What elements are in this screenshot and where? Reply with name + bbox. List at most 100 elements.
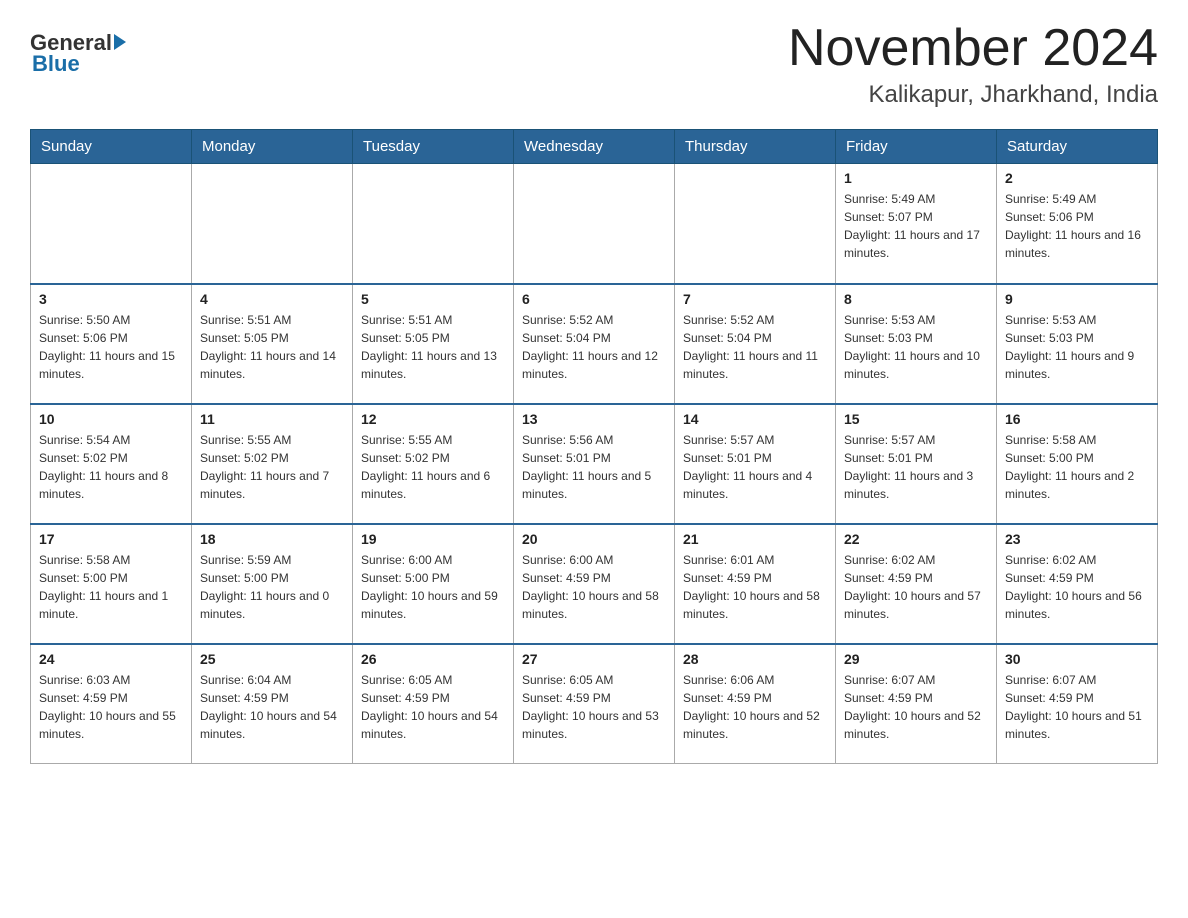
day-number: 28 — [683, 651, 827, 667]
calendar-table: SundayMondayTuesdayWednesdayThursdayFrid… — [30, 129, 1158, 764]
calendar-cell: 21 Sunrise: 6:01 AMSunset: 4:59 PMDayligh… — [675, 524, 836, 644]
calendar-cell: 17 Sunrise: 5:58 AMSunset: 5:00 PMDayligh… — [31, 524, 192, 644]
logo-blue-text: Blue — [32, 51, 80, 77]
day-number: 30 — [1005, 651, 1149, 667]
day-info: Sunrise: 6:06 AMSunset: 4:59 PMDaylight:… — [683, 671, 827, 743]
day-info: Sunrise: 5:50 AMSunset: 5:06 PMDaylight:… — [39, 311, 183, 383]
calendar-cell: 23 Sunrise: 6:02 AMSunset: 4:59 PMDayligh… — [997, 524, 1158, 644]
calendar-cell: 19 Sunrise: 6:00 AMSunset: 5:00 PMDayligh… — [353, 524, 514, 644]
day-number: 21 — [683, 531, 827, 547]
weekday-header-saturday: Saturday — [997, 130, 1158, 164]
day-number: 26 — [361, 651, 505, 667]
location-subtitle: Kalikapur, Jharkhand, India — [788, 81, 1158, 109]
day-number: 1 — [844, 170, 988, 186]
week-row-1: 1 Sunrise: 5:49 AMSunset: 5:07 PMDaylight… — [31, 164, 1158, 284]
calendar-cell: 5 Sunrise: 5:51 AMSunset: 5:05 PMDaylight… — [353, 284, 514, 404]
day-info: Sunrise: 6:00 AMSunset: 5:00 PMDaylight:… — [361, 551, 505, 623]
day-info: Sunrise: 5:51 AMSunset: 5:05 PMDaylight:… — [200, 311, 344, 383]
day-info: Sunrise: 6:02 AMSunset: 4:59 PMDaylight:… — [1005, 551, 1149, 623]
day-number: 11 — [200, 411, 344, 427]
day-number: 25 — [200, 651, 344, 667]
day-number: 3 — [39, 291, 183, 307]
day-info: Sunrise: 5:51 AMSunset: 5:05 PMDaylight:… — [361, 311, 505, 383]
calendar-cell: 15 Sunrise: 5:57 AMSunset: 5:01 PMDayligh… — [836, 404, 997, 524]
day-number: 23 — [1005, 531, 1149, 547]
day-info: Sunrise: 5:53 AMSunset: 5:03 PMDaylight:… — [844, 311, 988, 383]
day-info: Sunrise: 5:49 AMSunset: 5:07 PMDaylight:… — [844, 190, 988, 262]
calendar-cell: 18 Sunrise: 5:59 AMSunset: 5:00 PMDayligh… — [192, 524, 353, 644]
day-number: 12 — [361, 411, 505, 427]
day-info: Sunrise: 5:55 AMSunset: 5:02 PMDaylight:… — [361, 431, 505, 503]
day-number: 9 — [1005, 291, 1149, 307]
calendar-cell — [353, 164, 514, 284]
logo-arrow-icon — [114, 34, 126, 50]
day-number: 5 — [361, 291, 505, 307]
day-number: 20 — [522, 531, 666, 547]
calendar-cell: 16Sunrise: 5:58 AMSunset: 5:00 PMDayligh… — [997, 404, 1158, 524]
calendar-cell: 3 Sunrise: 5:50 AMSunset: 5:06 PMDaylight… — [31, 284, 192, 404]
day-number: 13 — [522, 411, 666, 427]
weekday-header-row: SundayMondayTuesdayWednesdayThursdayFrid… — [31, 130, 1158, 164]
weekday-header-wednesday: Wednesday — [514, 130, 675, 164]
day-info: Sunrise: 6:03 AMSunset: 4:59 PMDaylight:… — [39, 671, 183, 743]
week-row-5: 24Sunrise: 6:03 AMSunset: 4:59 PMDayligh… — [31, 644, 1158, 764]
day-info: Sunrise: 5:53 AMSunset: 5:03 PMDaylight:… — [1005, 311, 1149, 383]
weekday-header-friday: Friday — [836, 130, 997, 164]
day-info: Sunrise: 5:58 AMSunset: 5:00 PMDaylight:… — [39, 551, 183, 623]
calendar-cell — [675, 164, 836, 284]
day-info: Sunrise: 5:52 AMSunset: 5:04 PMDaylight:… — [522, 311, 666, 383]
day-info: Sunrise: 6:05 AMSunset: 4:59 PMDaylight:… — [522, 671, 666, 743]
day-info: Sunrise: 5:55 AMSunset: 5:02 PMDaylight:… — [200, 431, 344, 503]
day-number: 2 — [1005, 170, 1149, 186]
page-header: General Blue November 2024 Kalikapur, Jh… — [30, 20, 1158, 109]
day-info: Sunrise: 6:07 AMSunset: 4:59 PMDaylight:… — [844, 671, 988, 743]
day-number: 17 — [39, 531, 183, 547]
day-number: 29 — [844, 651, 988, 667]
week-row-3: 10 Sunrise: 5:54 AMSunset: 5:02 PMDayligh… — [31, 404, 1158, 524]
day-info: Sunrise: 5:49 AMSunset: 5:06 PMDaylight:… — [1005, 190, 1149, 262]
day-number: 16 — [1005, 411, 1149, 427]
calendar-cell: 25 Sunrise: 6:04 AMSunset: 4:59 PMDayligh… — [192, 644, 353, 764]
calendar-cell: 30 Sunrise: 6:07 AMSunset: 4:59 PMDayligh… — [997, 644, 1158, 764]
calendar-cell: 24Sunrise: 6:03 AMSunset: 4:59 PMDayligh… — [31, 644, 192, 764]
day-info: Sunrise: 5:57 AMSunset: 5:01 PMDaylight:… — [683, 431, 827, 503]
week-row-4: 17 Sunrise: 5:58 AMSunset: 5:00 PMDayligh… — [31, 524, 1158, 644]
day-number: 8 — [844, 291, 988, 307]
day-info: Sunrise: 5:57 AMSunset: 5:01 PMDaylight:… — [844, 431, 988, 503]
calendar-cell: 7 Sunrise: 5:52 AMSunset: 5:04 PMDaylight… — [675, 284, 836, 404]
day-number: 10 — [39, 411, 183, 427]
month-year-title: November 2024 — [788, 20, 1158, 77]
day-number: 27 — [522, 651, 666, 667]
day-info: Sunrise: 6:04 AMSunset: 4:59 PMDaylight:… — [200, 671, 344, 743]
day-number: 7 — [683, 291, 827, 307]
calendar-cell — [31, 164, 192, 284]
day-number: 18 — [200, 531, 344, 547]
calendar-cell: 1 Sunrise: 5:49 AMSunset: 5:07 PMDaylight… — [836, 164, 997, 284]
calendar-cell: 2 Sunrise: 5:49 AMSunset: 5:06 PMDaylight… — [997, 164, 1158, 284]
day-info: Sunrise: 5:52 AMSunset: 5:04 PMDaylight:… — [683, 311, 827, 383]
day-info: Sunrise: 5:59 AMSunset: 5:00 PMDaylight:… — [200, 551, 344, 623]
day-info: Sunrise: 6:07 AMSunset: 4:59 PMDaylight:… — [1005, 671, 1149, 743]
title-section: November 2024 Kalikapur, Jharkhand, Indi… — [788, 20, 1158, 109]
day-number: 15 — [844, 411, 988, 427]
calendar-cell: 29 Sunrise: 6:07 AMSunset: 4:59 PMDayligh… — [836, 644, 997, 764]
day-number: 19 — [361, 531, 505, 547]
calendar-cell: 28 Sunrise: 6:06 AMSunset: 4:59 PMDayligh… — [675, 644, 836, 764]
calendar-cell: 6 Sunrise: 5:52 AMSunset: 5:04 PMDaylight… — [514, 284, 675, 404]
day-number: 6 — [522, 291, 666, 307]
calendar-cell: 11 Sunrise: 5:55 AMSunset: 5:02 PMDayligh… — [192, 404, 353, 524]
week-row-2: 3 Sunrise: 5:50 AMSunset: 5:06 PMDaylight… — [31, 284, 1158, 404]
day-info: Sunrise: 6:00 AMSunset: 4:59 PMDaylight:… — [522, 551, 666, 623]
day-info: Sunrise: 5:56 AMSunset: 5:01 PMDaylight:… — [522, 431, 666, 503]
day-info: Sunrise: 6:01 AMSunset: 4:59 PMDaylight:… — [683, 551, 827, 623]
calendar-cell: 10 Sunrise: 5:54 AMSunset: 5:02 PMDayligh… — [31, 404, 192, 524]
day-info: Sunrise: 5:54 AMSunset: 5:02 PMDaylight:… — [39, 431, 183, 503]
day-number: 4 — [200, 291, 344, 307]
day-info: Sunrise: 6:05 AMSunset: 4:59 PMDaylight:… — [361, 671, 505, 743]
calendar-cell: 14 Sunrise: 5:57 AMSunset: 5:01 PMDayligh… — [675, 404, 836, 524]
weekday-header-monday: Monday — [192, 130, 353, 164]
weekday-header-thursday: Thursday — [675, 130, 836, 164]
day-number: 14 — [683, 411, 827, 427]
calendar-cell: 22Sunrise: 6:02 AMSunset: 4:59 PMDayligh… — [836, 524, 997, 644]
weekday-header-tuesday: Tuesday — [353, 130, 514, 164]
